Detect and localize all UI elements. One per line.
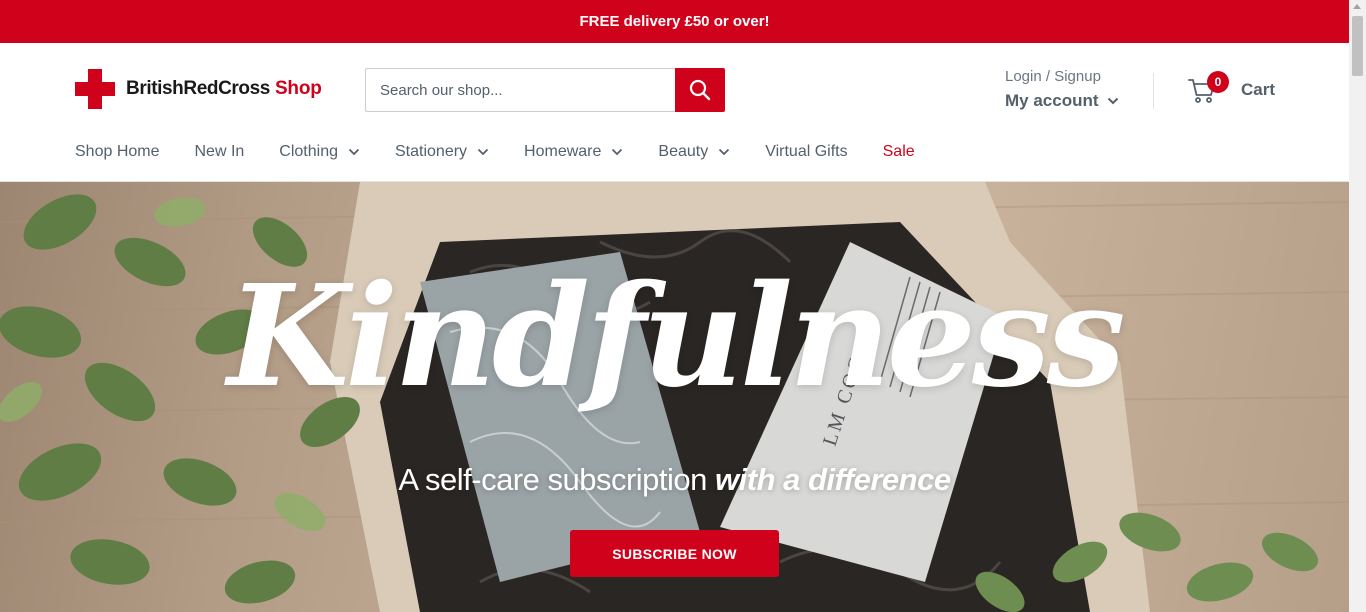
search-input[interactable]: [365, 68, 675, 112]
header-divider: [1153, 73, 1154, 109]
nav-item-label: Homeware: [524, 143, 602, 160]
vertical-scrollbar[interactable]: [1349, 0, 1366, 612]
site-header: BritishRedCross Shop Login / Signup My a…: [0, 43, 1349, 182]
nav-item-clothing[interactable]: Clothing: [279, 143, 360, 161]
nav-item-label: Beauty: [658, 143, 709, 160]
search-form: [365, 68, 725, 112]
hero-banner[interactable]: LM COCOA Kindfulness A self-care subscri…: [0, 182, 1349, 612]
account-menu: Login / Signup My account: [1005, 68, 1119, 111]
red-cross-icon: [75, 69, 115, 109]
nav-item-beauty[interactable]: Beauty: [658, 143, 730, 161]
nav-item-shop-home[interactable]: Shop Home: [75, 143, 160, 161]
cart-label: Cart: [1241, 80, 1276, 99]
cart-link[interactable]: 0 Cart: [1188, 71, 1276, 105]
my-account-dropdown[interactable]: My account: [1005, 91, 1119, 111]
hero-subtitle-plain: A self-care subscription: [398, 462, 716, 497]
nav-item-sale[interactable]: Sale: [883, 143, 915, 161]
announcement-text: FREE delivery £50 or over!: [579, 13, 770, 30]
chevron-down-icon: [1107, 97, 1118, 105]
chevron-down-icon: [348, 148, 360, 156]
cart-icon: 0: [1188, 71, 1229, 105]
hero-subtitle: A self-care subscription with a differen…: [0, 462, 1349, 498]
chevron-down-icon: [612, 148, 623, 156]
nav-item-label: Sale: [882, 143, 915, 160]
login-signup-link[interactable]: Login / Signup: [1005, 68, 1119, 85]
logo[interactable]: BritishRedCross Shop: [75, 69, 322, 109]
search-button[interactable]: [675, 68, 725, 112]
nav-item-label: New In: [194, 143, 245, 160]
hero-title: Kindfulness: [227, 255, 1125, 419]
nav-item-label: Stationery: [395, 143, 468, 160]
nav-item-label: Clothing: [279, 143, 338, 160]
nav-item-new-in[interactable]: New In: [195, 143, 245, 161]
announcement-bar: FREE delivery £50 or over!: [0, 0, 1349, 43]
chevron-down-icon: [719, 148, 730, 156]
nav-item-homeware[interactable]: Homeware: [524, 143, 623, 161]
my-account-label: My account: [1005, 91, 1099, 110]
scrollbar-thumb[interactable]: [1352, 16, 1363, 76]
nav-item-label: Virtual Gifts: [765, 143, 848, 160]
page: FREE delivery £50 or over! BritishRedCro…: [0, 0, 1366, 612]
nav-item-stationery[interactable]: Stationery: [395, 143, 489, 161]
hero-subtitle-emphasis: with a difference: [715, 462, 951, 497]
logo-brand-text: BritishRedCross: [126, 78, 270, 99]
main-nav: Shop Home New In Clothing Stationery Hom…: [75, 139, 950, 165]
nav-item-virtual-gifts[interactable]: Virtual Gifts: [765, 143, 847, 161]
scroll-up-arrow-icon[interactable]: [1353, 4, 1361, 9]
search-icon: [689, 79, 711, 101]
chevron-down-icon: [477, 148, 489, 156]
logo-shop-text: Shop: [274, 78, 322, 99]
nav-item-label: Shop Home: [75, 143, 160, 160]
cart-count-badge: 0: [1207, 71, 1229, 93]
subscribe-now-button[interactable]: SUBSCRIBE NOW: [570, 530, 779, 577]
